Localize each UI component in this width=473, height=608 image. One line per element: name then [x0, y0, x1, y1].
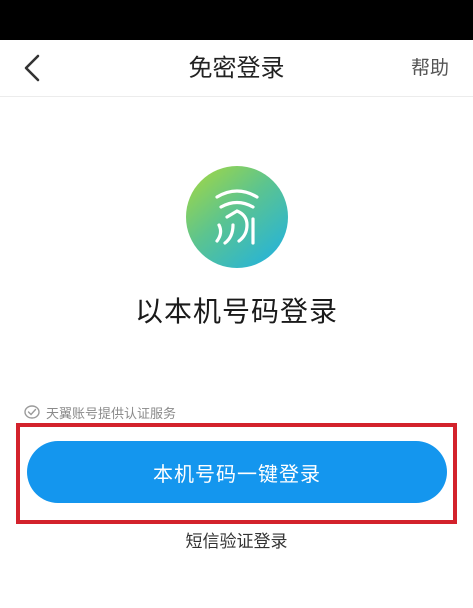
login-subtitle: 以本机号码登录: [134, 295, 338, 328]
app-logo: [186, 166, 288, 268]
provider-note: 天翼账号提供认证服务: [24, 402, 176, 422]
sms-login-link[interactable]: 短信验证登录: [0, 527, 473, 552]
navigation-bar: 免密登录 帮助: [0, 40, 473, 97]
page-title: 免密登录: [188, 54, 285, 82]
status-bar: [0, 0, 473, 40]
fingerprint-icon: [215, 189, 259, 245]
help-link[interactable]: 帮助: [411, 40, 449, 96]
shield-check-icon: [24, 404, 40, 420]
provider-note-text: 天翼账号提供认证服务: [46, 406, 177, 422]
one-click-login-button[interactable]: 本机号码一键登录: [27, 441, 447, 503]
